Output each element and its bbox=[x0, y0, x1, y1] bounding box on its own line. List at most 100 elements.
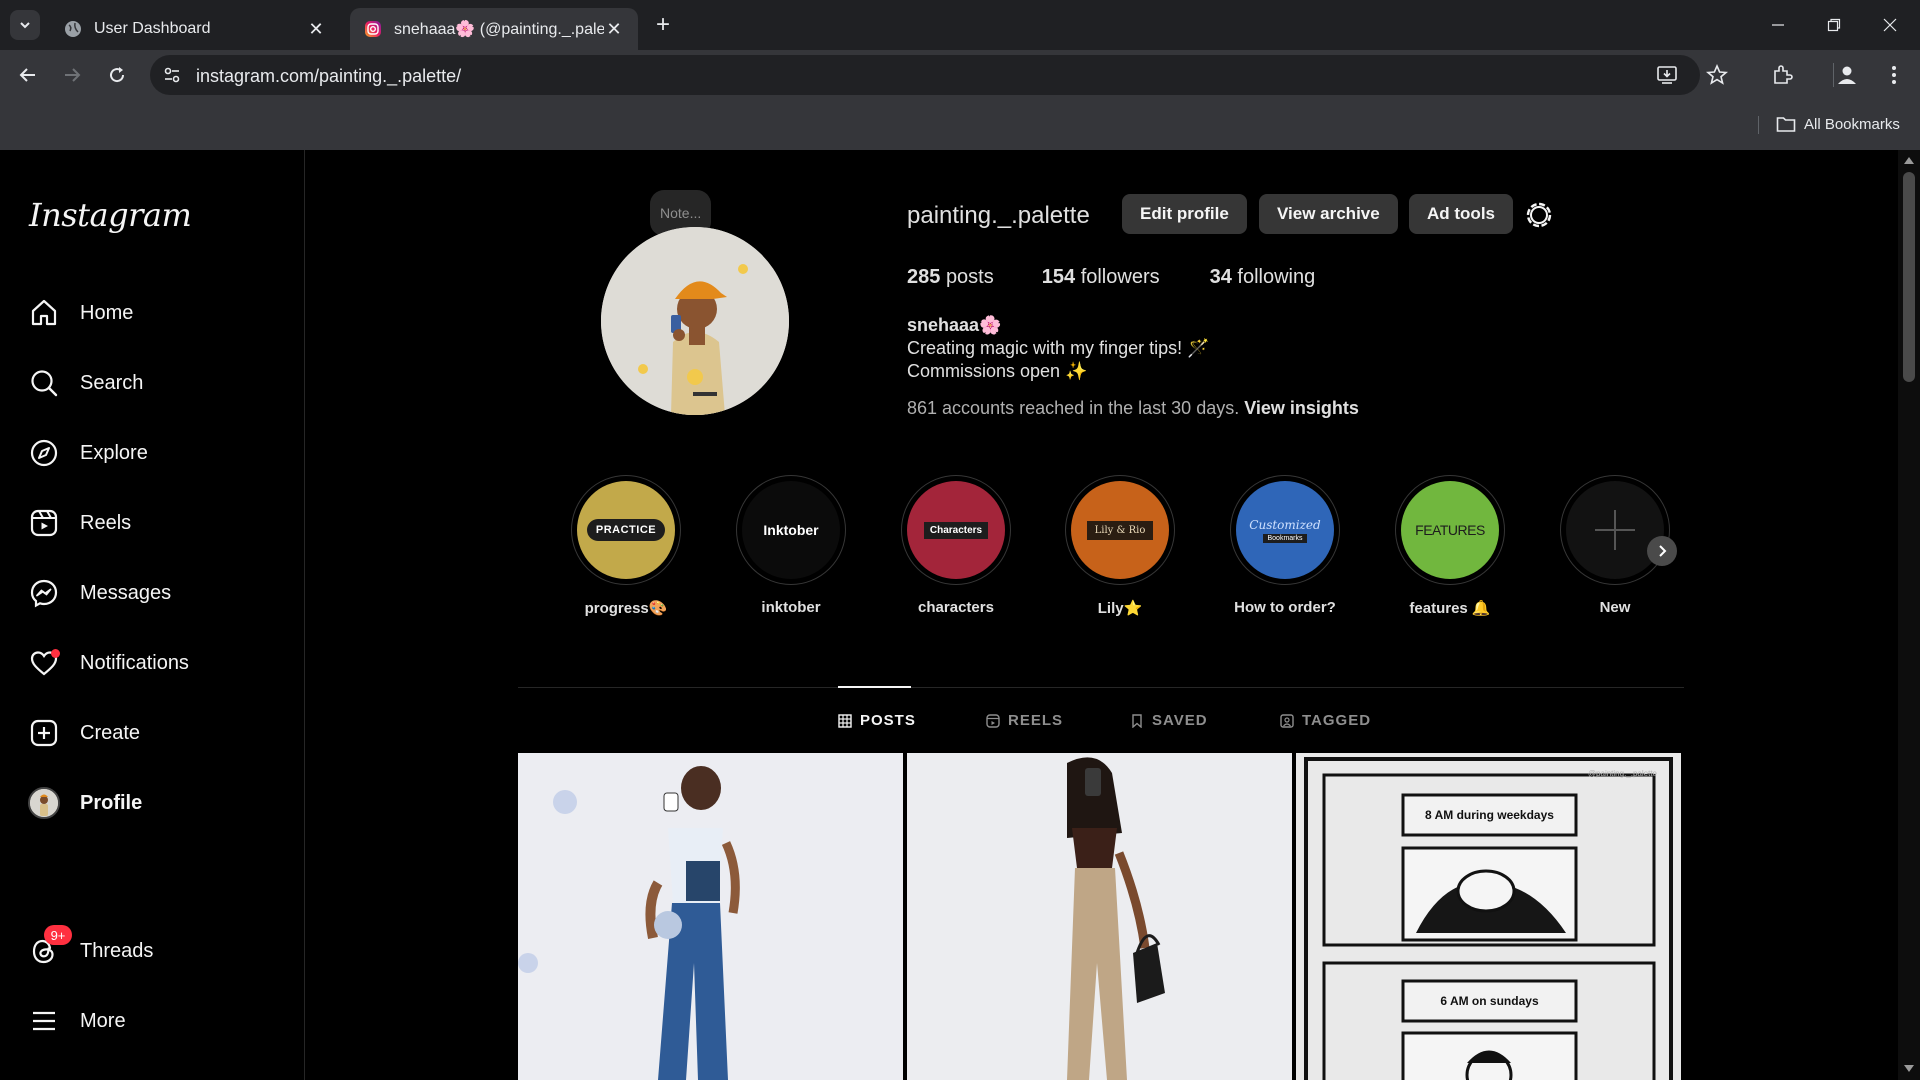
compass-icon bbox=[28, 437, 60, 469]
page-scrollbar[interactable] bbox=[1898, 150, 1920, 1080]
sidebar-item-profile[interactable]: Profile bbox=[28, 783, 142, 823]
sidebar-item-create[interactable]: Create bbox=[28, 713, 140, 753]
tab-reels[interactable]: REELS bbox=[986, 712, 1063, 729]
followers-count[interactable]: 154 followers bbox=[1042, 266, 1160, 289]
scrollbar-thumb[interactable] bbox=[1903, 172, 1915, 382]
highlight-label: characters bbox=[918, 599, 994, 616]
sidebar-item-home[interactable]: Home bbox=[28, 293, 133, 333]
tab-tagged[interactable]: TAGGED bbox=[1280, 712, 1371, 729]
site-info-icon[interactable] bbox=[162, 65, 182, 85]
arrow-left-icon bbox=[19, 68, 35, 82]
tab-saved[interactable]: SAVED bbox=[1130, 712, 1208, 729]
highlights-next-button[interactable] bbox=[1647, 536, 1677, 566]
toolbar-divider bbox=[1833, 63, 1834, 87]
back-button[interactable] bbox=[14, 61, 42, 89]
notification-dot bbox=[51, 649, 60, 658]
highlight-label: Lily⭐ bbox=[1097, 600, 1143, 617]
highlight-item[interactable]: Characters characters bbox=[901, 475, 1011, 616]
address-bar[interactable]: instagram.com/painting._.palette/ bbox=[150, 55, 1700, 95]
extensions-icon[interactable] bbox=[1770, 63, 1794, 87]
post-illustration bbox=[518, 753, 903, 1080]
highlight-item[interactable]: FEATURES features 🔔 bbox=[1395, 475, 1505, 617]
sidebar-item-label: Profile bbox=[80, 791, 143, 814]
highlight-item[interactable]: Inktober inktober bbox=[736, 475, 846, 616]
reels-icon bbox=[986, 713, 1000, 728]
minimize-button[interactable] bbox=[1750, 0, 1806, 50]
bio-line: Commissions open ✨ bbox=[907, 361, 1088, 381]
tab-label: TAGGED bbox=[1302, 712, 1372, 729]
browser-tab-user-dashboard[interactable]: User Dashboard ✕ bbox=[50, 8, 340, 50]
restore-icon bbox=[1827, 18, 1841, 32]
post-illustration bbox=[907, 753, 1292, 1080]
plus-icon bbox=[1595, 510, 1635, 550]
highlight-item[interactable]: PRACTICE progress🎨 bbox=[571, 475, 681, 617]
following-count[interactable]: 34 following bbox=[1210, 266, 1316, 289]
settings-gear-icon[interactable] bbox=[1524, 200, 1554, 230]
instagram-logo[interactable]: Instagram bbox=[29, 196, 192, 234]
highlight-ring: Inktober bbox=[736, 475, 846, 585]
messenger-icon bbox=[28, 577, 60, 609]
highlight-label: How to order? bbox=[1234, 599, 1336, 616]
tab-search-button[interactable] bbox=[10, 10, 40, 40]
stat-value: 34 bbox=[1209, 266, 1232, 288]
stat-value: 285 bbox=[907, 266, 941, 288]
stat-label: following bbox=[1237, 266, 1316, 288]
highlight-cover-text: FEATURES bbox=[1415, 522, 1485, 538]
sidebar-item-label: Messages bbox=[80, 581, 172, 604]
tab-posts[interactable]: POSTS bbox=[838, 712, 916, 729]
new-tab-button[interactable]: + bbox=[650, 11, 676, 38]
view-archive-button[interactable]: View archive bbox=[1259, 194, 1398, 234]
post-thumbnail[interactable] bbox=[907, 753, 1292, 1080]
browser-tab-instagram[interactable]: snehaaa🌸 (@painting._.palette ✕ bbox=[350, 8, 638, 50]
highlight-cover: PRACTICE bbox=[577, 481, 675, 579]
highlight-cover: Lily & Rio bbox=[1071, 481, 1169, 579]
sidebar-item-threads[interactable]: 9+ Threads bbox=[28, 925, 154, 971]
highlight-cover: Inktober bbox=[742, 481, 840, 579]
reload-icon bbox=[110, 67, 125, 83]
profile-icon[interactable] bbox=[1835, 63, 1859, 87]
sidebar-item-messages[interactable]: Messages bbox=[28, 573, 171, 613]
reels-icon bbox=[28, 507, 60, 539]
view-insights-link[interactable]: View insights bbox=[1244, 398, 1359, 418]
scroll-up-icon[interactable] bbox=[1904, 157, 1914, 164]
restore-button[interactable] bbox=[1806, 0, 1862, 50]
plus-square-icon bbox=[28, 717, 60, 749]
sidebar-item-reels[interactable]: Reels bbox=[28, 503, 131, 543]
close-icon bbox=[1883, 18, 1897, 32]
tab-label: REELS bbox=[1008, 712, 1064, 729]
install-app-icon[interactable] bbox=[1656, 64, 1678, 86]
sidebar-item-explore[interactable]: Explore bbox=[28, 433, 148, 473]
close-tab-icon[interactable]: ✕ bbox=[604, 19, 624, 39]
bookmark-star-icon[interactable] bbox=[1705, 63, 1729, 87]
sidebar-item-more[interactable]: More bbox=[28, 1001, 126, 1041]
chevron-down-icon bbox=[20, 22, 30, 29]
highlight-cover-text: Inktober bbox=[763, 522, 819, 538]
all-bookmarks-button[interactable]: All Bookmarks bbox=[1776, 115, 1900, 133]
scroll-down-icon[interactable] bbox=[1904, 1065, 1914, 1072]
url-text[interactable]: instagram.com/painting._.palette/ bbox=[196, 66, 461, 87]
post-thumbnail[interactable]: @painting._.palette 8 AM during weekdays… bbox=[1296, 753, 1681, 1080]
kebab-menu-icon[interactable] bbox=[1882, 63, 1906, 87]
sidebar-item-label: Threads bbox=[80, 939, 154, 962]
profile-avatar[interactable] bbox=[601, 227, 789, 415]
sidebar-item-search[interactable]: Search bbox=[28, 363, 143, 403]
threads-badge: 9+ bbox=[44, 925, 72, 945]
close-tab-icon[interactable]: ✕ bbox=[306, 19, 326, 39]
comic-caption: 6 AM on sundays bbox=[1440, 994, 1539, 1008]
highlight-item[interactable]: Lily & Rio Lily⭐ bbox=[1065, 475, 1175, 617]
sidebar-item-label: Search bbox=[80, 371, 144, 394]
highlight-item[interactable]: Customized Bookmarks How to order? bbox=[1230, 475, 1340, 616]
post-thumbnail[interactable] bbox=[518, 753, 903, 1080]
ad-tools-button[interactable]: Ad tools bbox=[1409, 194, 1513, 234]
sidebar-item-label: More bbox=[80, 1009, 126, 1032]
forward-button[interactable] bbox=[58, 61, 86, 89]
highlight-cover-subtext: Bookmarks bbox=[1263, 533, 1307, 543]
close-window-button[interactable] bbox=[1862, 0, 1918, 50]
bio-line: Creating magic with my finger tips! 🪄 bbox=[907, 338, 1210, 358]
home-icon bbox=[28, 297, 60, 329]
highlight-cover: Customized Bookmarks bbox=[1236, 481, 1334, 579]
hamburger-menu-icon bbox=[28, 1005, 60, 1037]
edit-profile-button[interactable]: Edit profile bbox=[1122, 194, 1247, 234]
sidebar-item-notifications[interactable]: Notifications bbox=[28, 643, 189, 683]
reload-button[interactable] bbox=[103, 61, 131, 89]
